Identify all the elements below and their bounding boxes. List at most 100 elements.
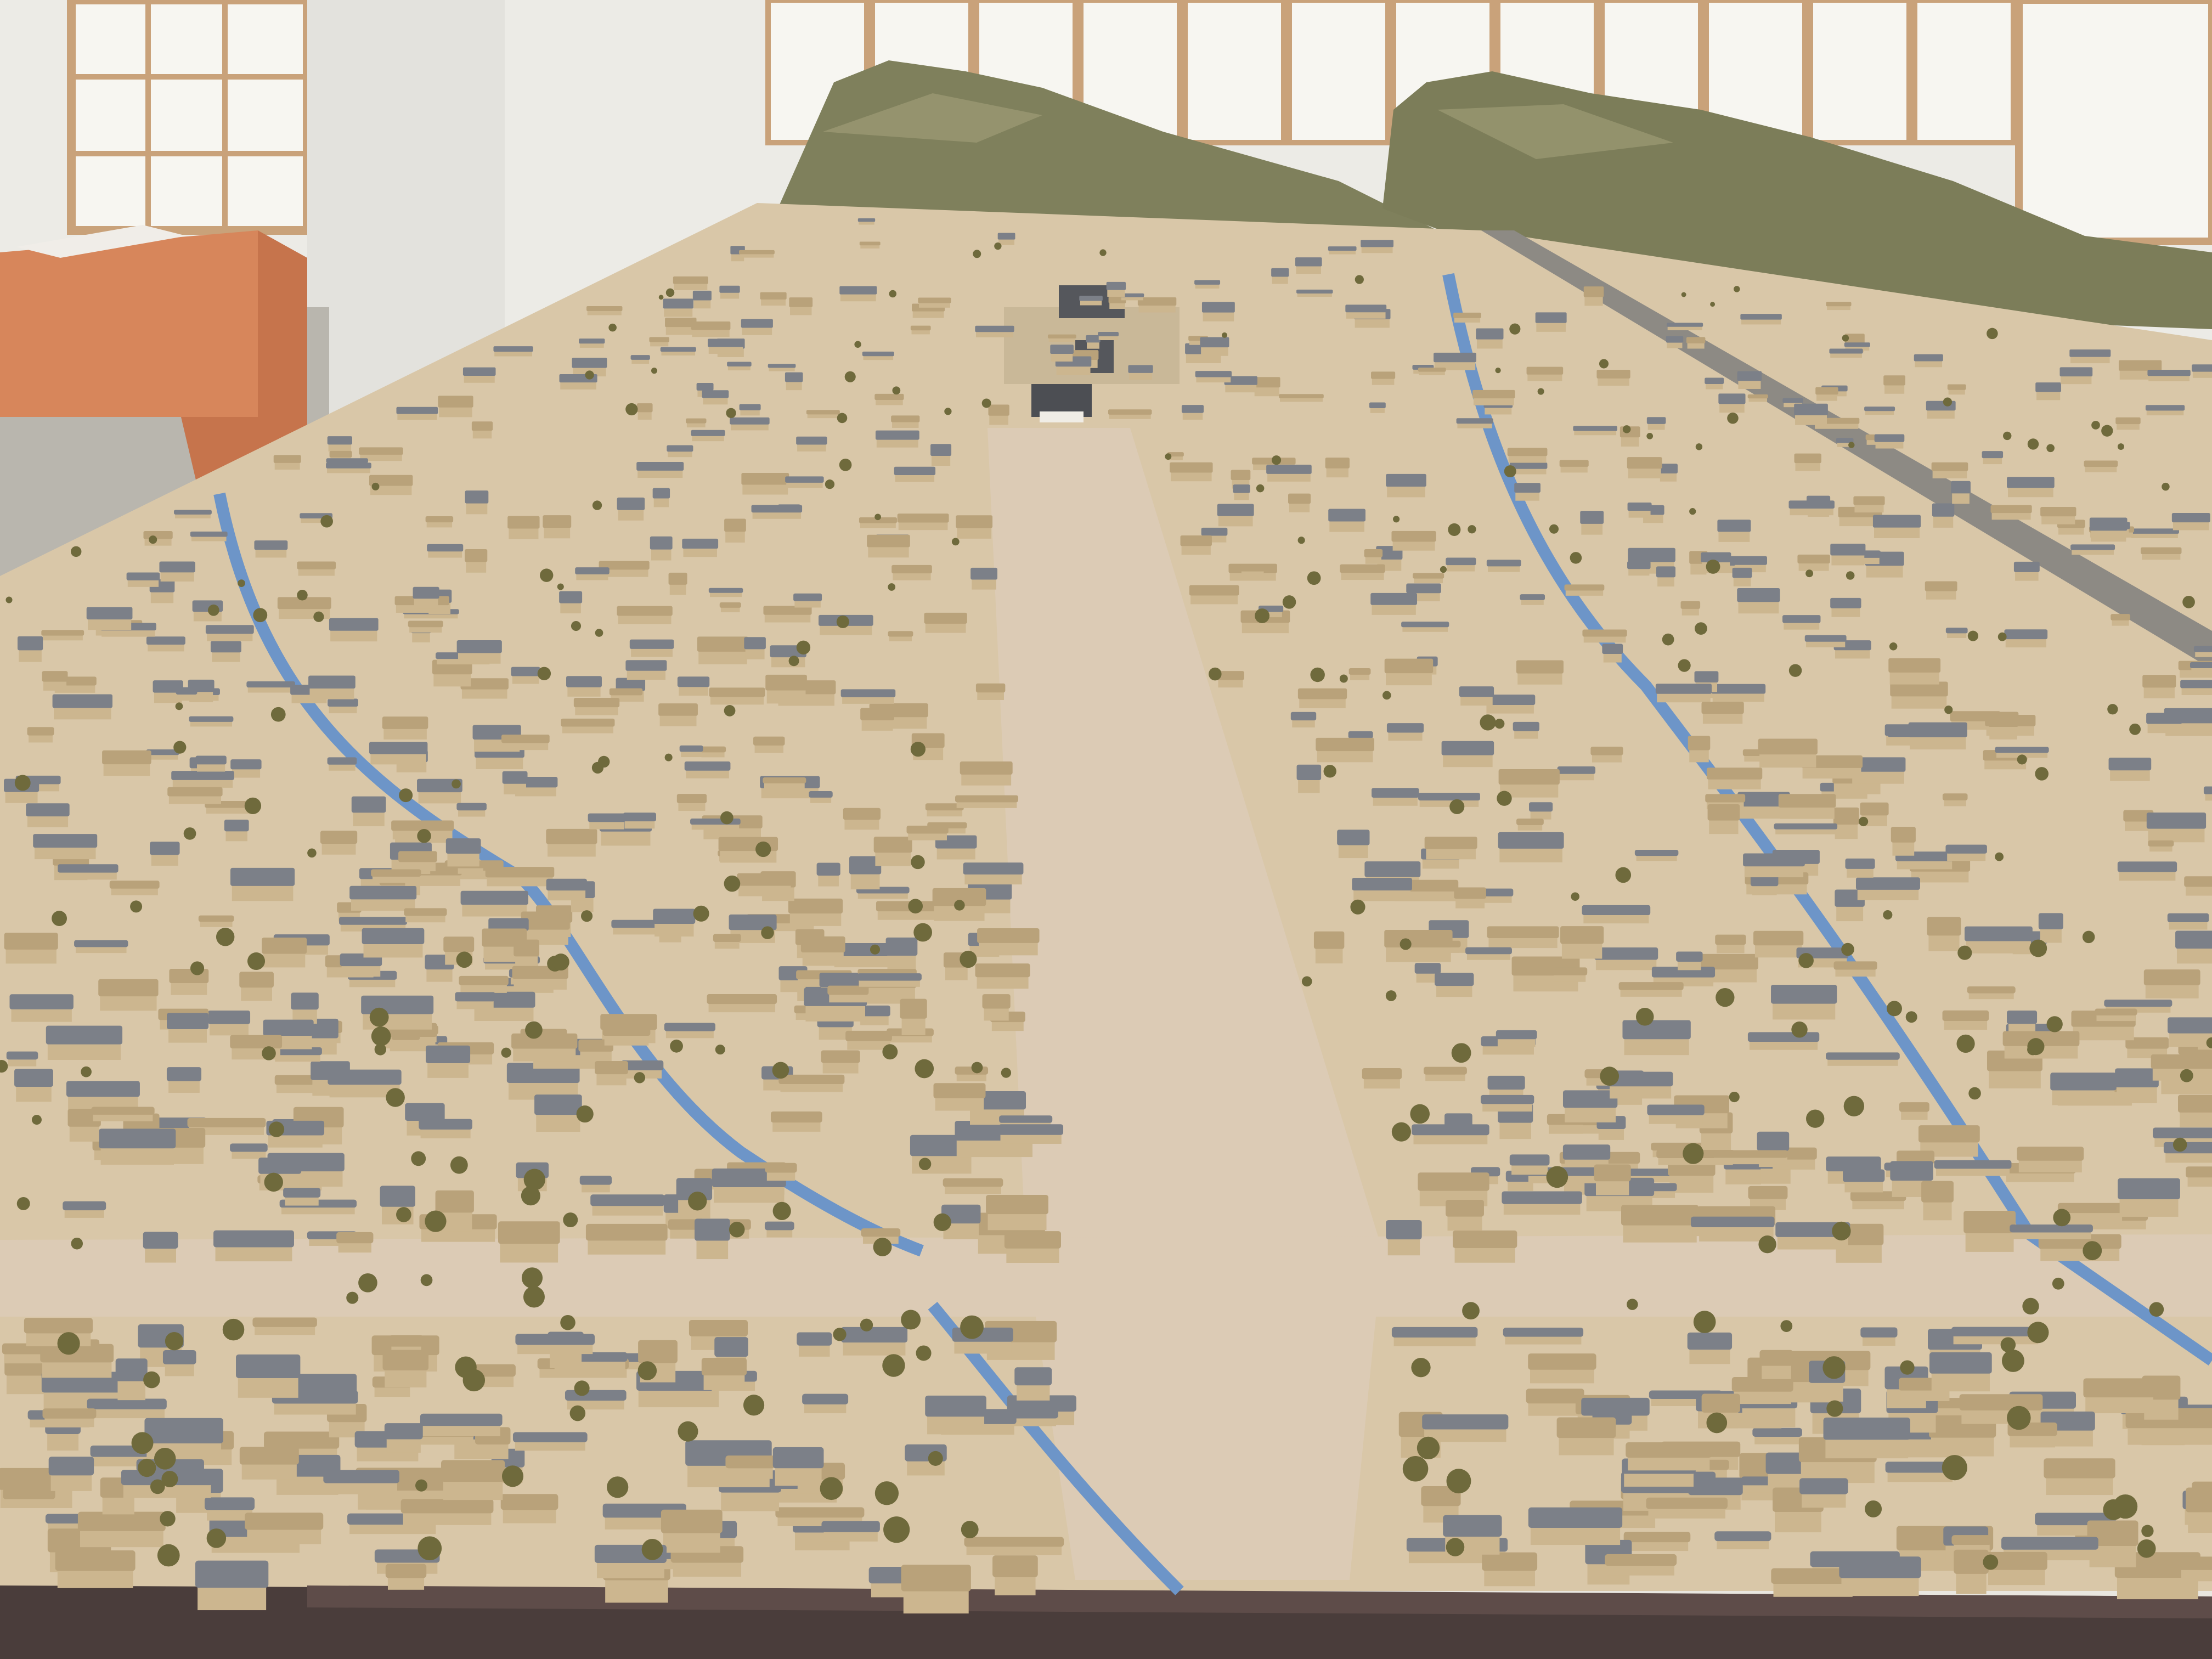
miniature-tree (1301, 976, 1312, 987)
miniature-tree (825, 479, 835, 489)
miniature-tree (1402, 1456, 1429, 1482)
miniature-tree (81, 1066, 92, 1077)
miniature-house (788, 898, 843, 926)
miniature-house (385, 1564, 427, 1590)
miniature-tree (693, 905, 709, 922)
miniature-house (1328, 509, 1365, 532)
miniature-house (1731, 1376, 1793, 1404)
miniature-house (273, 455, 301, 470)
miniature-house (963, 862, 1024, 885)
miniature-house (738, 250, 775, 258)
miniature-tree (270, 707, 286, 722)
miniature-house (1189, 585, 1239, 605)
miniature-house (573, 698, 620, 715)
miniature-house (623, 812, 656, 829)
miniature-tree (2001, 1350, 2024, 1372)
miniature-house (1233, 484, 1250, 500)
miniature-house (764, 1221, 794, 1238)
miniature-house (1201, 302, 1235, 321)
miniature-house (1833, 961, 1877, 977)
miniature-house (195, 755, 227, 772)
miniature-tree (1256, 484, 1265, 493)
miniature-house (1890, 681, 1948, 709)
miniature-tree (1944, 706, 1953, 714)
miniature-house (1711, 684, 1766, 702)
miniature-tree (150, 1479, 165, 1494)
miniature-house (502, 771, 528, 794)
miniature-house (42, 671, 68, 691)
miniature-tree (206, 1528, 227, 1548)
miniature-house (2108, 758, 2152, 781)
miniature-house (1594, 947, 1658, 970)
miniature-tree (1307, 571, 1321, 585)
miniature-tree (918, 1158, 932, 1170)
miniature-house (1686, 337, 1706, 349)
miniature-house (649, 337, 669, 347)
miniature-house (2115, 1068, 2159, 1103)
miniature-house (384, 1423, 423, 1453)
miniature-tree (1805, 569, 1814, 578)
miniature-house (1480, 1094, 1534, 1112)
miniature-tree (417, 829, 431, 843)
miniature-tree (1883, 910, 1893, 920)
miniature-house (420, 1413, 503, 1436)
miniature-house (708, 588, 743, 597)
miniature-tree (772, 1062, 789, 1079)
miniature-house (1573, 426, 1617, 436)
miniature-house (998, 1124, 1064, 1144)
miniature-tree (1842, 334, 1849, 342)
miniature-house (1391, 1327, 1478, 1346)
miniature-tree (1627, 1299, 1638, 1310)
miniature-tree (1832, 1221, 1851, 1241)
miniature-tree (523, 1286, 545, 1308)
miniature-house (1181, 405, 1204, 420)
miniature-house (546, 828, 597, 857)
miniature-tree (1355, 275, 1364, 284)
miniature-tree (994, 242, 1002, 250)
miniature-tree (1858, 816, 1869, 827)
miniature-house (1137, 297, 1177, 313)
miniature-tree (916, 1345, 932, 1361)
miniature-house (1485, 695, 1536, 714)
miniature-tree (5, 596, 13, 603)
miniature-house (1047, 334, 1076, 342)
miniature-tree (607, 1476, 629, 1498)
miniature-tree (1706, 1412, 1728, 1434)
miniature-house (1422, 1414, 1509, 1442)
miniature-house (2095, 1008, 2137, 1022)
miniature-tree (346, 1291, 359, 1304)
miniature-tree (1497, 791, 1512, 806)
miniature-house (1288, 493, 1311, 512)
miniature-house (636, 462, 684, 478)
miniature-house (2117, 861, 2177, 881)
miniature-house (636, 403, 653, 420)
miniature-tree (910, 742, 926, 757)
miniature-house (1352, 878, 1412, 901)
miniature-house (977, 928, 1040, 956)
miniature-house (173, 510, 212, 518)
miniature-tree (598, 755, 610, 768)
miniature-house (702, 390, 729, 405)
miniature-tree (1549, 524, 1559, 534)
miniature-house (2175, 930, 2212, 964)
miniature-house (2178, 1094, 2212, 1127)
miniature-house (652, 488, 670, 507)
miniature-tree (928, 1451, 943, 1466)
miniature-tree (1865, 1500, 1882, 1517)
miniature-tree (944, 408, 952, 415)
miniature-tree (1600, 1066, 1620, 1086)
miniature-house (1328, 246, 1357, 255)
miniature-house (91, 1107, 155, 1121)
miniature-house (493, 346, 533, 357)
left-window (67, 0, 312, 235)
miniature-house (162, 1350, 196, 1376)
miniature-house (171, 771, 234, 788)
miniature-house (925, 1395, 986, 1435)
miniature-house (768, 364, 796, 371)
miniature-house (1526, 366, 1564, 381)
miniature-house (885, 937, 918, 971)
miniature-house (1942, 1010, 1989, 1030)
miniature-house (821, 1521, 880, 1542)
miniature-tree (2027, 1043, 2039, 1056)
miniature-house (930, 444, 952, 466)
